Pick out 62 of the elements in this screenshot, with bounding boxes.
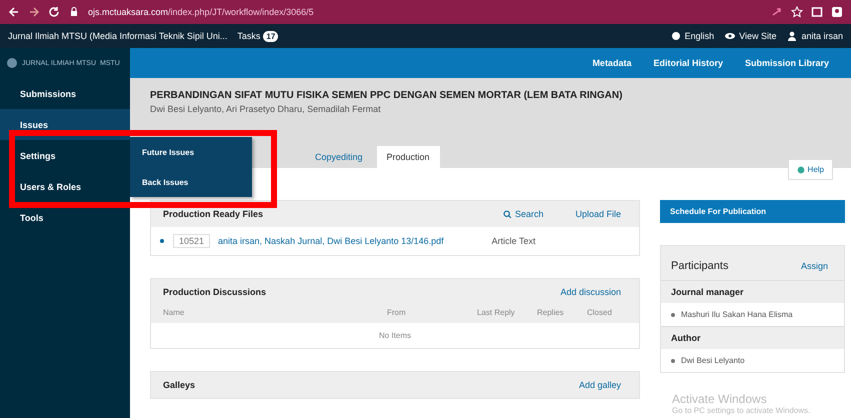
sidebar-item[interactable]: Users & Roles [0,171,130,202]
user-icon [786,30,798,42]
share-icon[interactable] [771,6,783,18]
upload-file-link[interactable]: Upload File [569,208,627,220]
header-link[interactable]: Metadata [592,58,632,68]
activation-notice-text: Go to PC settings to activate Windows. [672,406,810,415]
participant-name[interactable]: Dwi Besi Lelyanto [681,356,745,365]
participant-name[interactable]: Mashuri Ilu Sakan Hana Elisma [681,310,793,319]
bullet-icon [671,358,675,362]
workflow-tab[interactable]: Copyediting [305,146,373,168]
file-type: Article Text [492,236,536,246]
profile-icon[interactable] [831,6,843,18]
tasks-link[interactable]: Tasks [237,31,260,41]
help-icon [796,166,805,174]
column-header: Closed [587,308,613,317]
add-galley-link[interactable]: Add galley [572,379,627,391]
bullet-icon [671,312,675,316]
submission-title: PERBANDINGAN SIFAT MUTU FISIKA SEMEN PPC DENGAN SEMEN MORTAR (LEM BATA RINGAN) [150,90,624,101]
language-link[interactable]: English [684,31,714,41]
submenu-item[interactable]: Back Issues [130,167,252,197]
role-heading: Author [661,326,844,349]
file-id: 10521 [173,234,210,248]
column-header: Replies [537,308,565,317]
search-link[interactable]: Search [496,208,550,220]
file-link[interactable]: anita irsan, Naskah Jurnal, Dwi Besi Lelyanto 13/146.pdf [218,236,444,246]
window-icon[interactable] [811,6,823,18]
header-link[interactable]: Submission Library [744,58,829,68]
panel-title: Production Ready Files [163,209,264,219]
expand-icon[interactable] [159,238,165,244]
star-icon[interactable] [791,6,803,18]
panel-title: Galleys [163,380,196,390]
address-bar[interactable]: ojs.mctuaksara.com/index.php/JT/workflow/index/3066/5 [88,7,763,17]
submission-authors: Dwi Besi Lelyanto, Ari Prasetyo Dharu, Semadilah Fermat [150,104,382,114]
forward-icon[interactable] [28,6,40,18]
panel-title: Participants [671,260,728,272]
lock-icon [68,6,80,18]
sidebar-item[interactable]: Submissions [0,78,130,109]
assign-link[interactable]: Assign [794,260,834,272]
add-discussion-link[interactable]: Add discussion [554,286,627,298]
sidebar-item[interactable]: Tools [0,202,130,233]
activation-notice-title: Activate Windows [672,392,767,406]
search-icon [502,210,512,218]
empty-message: No Items [378,330,412,342]
role-heading: Journal manager [661,280,844,303]
help-button[interactable]: Help [788,159,833,180]
workflow-tab[interactable]: Production [376,146,440,168]
reload-icon[interactable] [48,6,60,18]
header-link[interactable]: Editorial History [653,58,723,68]
logo-icon [6,57,18,69]
submenu-item[interactable]: Future Issues [130,137,252,167]
user-menu[interactable]: anita irsan [801,31,843,41]
tasks-count-badge: 17 [263,30,278,42]
column-header: From [387,308,407,317]
eye-icon [724,30,736,42]
back-icon[interactable] [8,6,20,18]
schedule-button[interactable]: Schedule For Publication [660,200,845,223]
sidebar-item[interactable]: Settings [0,140,130,171]
column-header: Name [163,308,186,317]
panel-title: Production Discussions [163,287,266,297]
view-site-link[interactable]: View Site [739,31,776,41]
column-header: Last Reply [477,308,516,317]
journal-switcher[interactable]: Jurnal Ilmiah MTSU (Media Informasi Teknik Sipil Uni... [8,31,228,41]
